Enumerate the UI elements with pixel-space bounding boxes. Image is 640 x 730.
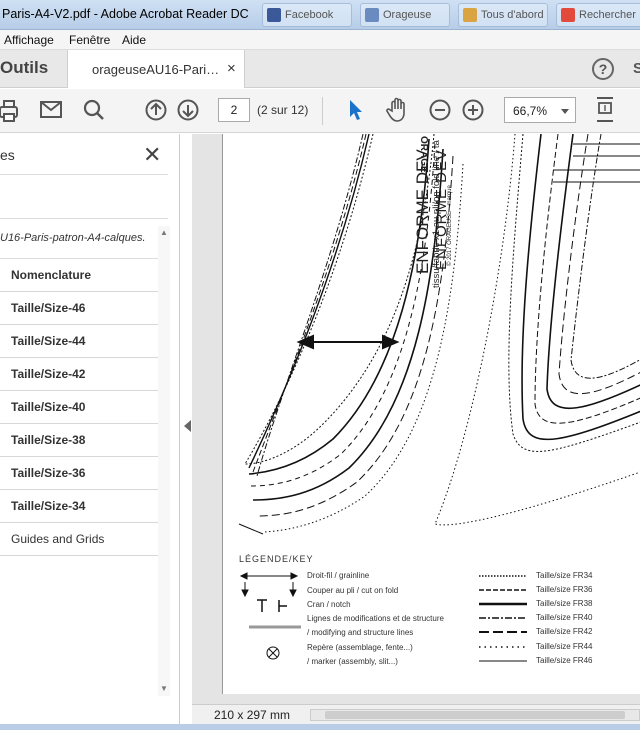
legend-size-34: Taille/size FR34 <box>536 571 593 580</box>
legend-size-44: Taille/size FR44 <box>536 642 593 651</box>
chevron-down-icon <box>561 109 569 114</box>
vertical-fabric-text: tissu/fabric x1 au pli/on fold line / ta <box>431 140 442 288</box>
hand-tool-icon[interactable] <box>386 97 410 123</box>
layer-nomenclature[interactable]: Nomenclature <box>0 259 158 292</box>
scrollbar-thumb[interactable] <box>325 711 625 719</box>
close-panel-icon[interactable]: ✕ <box>143 142 161 168</box>
print-icon[interactable] <box>0 99 20 123</box>
menu-fenetre[interactable]: Fenêtre <box>69 33 110 47</box>
status-bar: 210 x 297 mm <box>192 704 640 724</box>
legend-size-40: Taille/size FR40 <box>536 613 593 622</box>
previous-page-icon[interactable] <box>145 99 167 121</box>
legend-notch: Cran / notch <box>307 600 351 609</box>
taskbar-item-orageuse[interactable]: Orageuse <box>360 3 450 27</box>
page-count: (2 sur 12) <box>257 103 309 117</box>
panel-title: es <box>0 147 15 163</box>
window-title: Paris-A4-V2.pdf - Adobe Acrobat Reader D… <box>2 7 249 21</box>
layer-size-46[interactable]: Taille/Size-46 <box>0 292 158 325</box>
folder-icon <box>463 8 477 22</box>
search-icon[interactable] <box>83 99 105 121</box>
tab-document-label: orageuseAU16-Pari… <box>92 62 220 77</box>
zoom-select[interactable]: 66,7% <box>504 97 576 123</box>
vertical-copyright: © 2017 ORAGEUSE - marque <box>447 185 453 266</box>
zoom-out-icon[interactable] <box>429 99 451 121</box>
page-size: 210 x 297 mm <box>214 708 291 722</box>
horizontal-scrollbar[interactable] <box>310 709 640 721</box>
layer-size-44[interactable]: Taille/Size-44 <box>0 325 158 358</box>
close-tab-icon[interactable]: × <box>227 60 236 77</box>
menu-aide[interactable]: Aide <box>122 33 146 47</box>
scroll-up-icon[interactable]: ▲ <box>160 228 168 237</box>
menu-bar: Affichage Fenêtre Aide <box>0 30 640 50</box>
menu-affichage[interactable]: Affichage <box>4 33 54 47</box>
panel-divider <box>0 218 168 219</box>
legend-size-46: Taille/size FR46 <box>536 656 593 665</box>
layer-guides-grids[interactable]: Guides and Grids <box>0 523 158 556</box>
legend-size-42: Taille/size FR42 <box>536 627 593 636</box>
layers-panel: es ✕ U16-Paris-patron-A4-calques. Nomenc… <box>0 134 180 730</box>
taskbar-item-recherche[interactable]: Rechercher <box>556 3 640 27</box>
legend-structure-lines-en: / modifying and structure lines <box>307 628 414 637</box>
layer-file-name[interactable]: U16-Paris-patron-A4-calques. <box>0 232 162 244</box>
tab-tools[interactable]: Outils <box>0 58 48 78</box>
facebook-icon <box>267 8 281 22</box>
legend-grainline: Droit-fil / grainline <box>307 571 370 580</box>
layer-size-40[interactable]: Taille/Size-40 <box>0 391 158 424</box>
email-icon[interactable] <box>40 101 62 119</box>
fit-page-icon[interactable] <box>595 97 617 123</box>
legend-structure-lines: Lignes de modifications et de structure <box>307 614 444 623</box>
tab-document[interactable]: orageuseAU16-Pari… × <box>67 50 245 88</box>
scroll-down-icon[interactable]: ▼ <box>160 684 168 693</box>
legend-fold: Couper au pli / cut on fold <box>307 586 399 595</box>
toolbar-divider <box>322 97 323 125</box>
help-icon[interactable]: ? <box>592 58 614 80</box>
legend-size-38: Taille/size FR38 <box>536 599 593 608</box>
sign-in-button[interactable]: S <box>633 60 640 77</box>
vertical-title-large: ENFORME DEV <box>413 149 432 274</box>
legend-marker-en: / marker (assembly, slit...) <box>307 657 398 666</box>
site-icon <box>365 8 379 22</box>
layer-size-36[interactable]: Taille/Size-36 <box>0 457 158 490</box>
taskbar-item-tous[interactable]: Tous d'abord <box>458 3 548 27</box>
zoom-value: 66,7% <box>513 104 548 118</box>
layer-size-38[interactable]: Taille/Size-38 <box>0 424 158 457</box>
select-cursor-icon[interactable] <box>348 99 364 121</box>
layer-size-34[interactable]: Taille/Size-34 <box>0 490 158 523</box>
panel-scrollbar[interactable]: ▲ ▼ <box>158 226 170 696</box>
collapse-panel-icon[interactable] <box>184 420 191 432</box>
toolbar: 2 (2 sur 12) 66,7% <box>0 89 640 133</box>
legend-size-36: Taille/size FR36 <box>536 585 593 594</box>
taskbar-item-facebook[interactable]: Facebook <box>262 3 352 27</box>
next-page-icon[interactable] <box>177 99 199 121</box>
legend-title: LÉGENDE/KEY <box>239 554 314 564</box>
document-viewport[interactable]: ORAGE ENFORME DEV ENFORME DEV tissu/fabr… <box>192 134 640 704</box>
browser-icon <box>561 8 575 22</box>
title-bar: Paris-A4-V2.pdf - Adobe Acrobat Reader D… <box>0 0 640 30</box>
zoom-in-icon[interactable] <box>462 99 484 121</box>
legend-marker: Repère (assemblage, fente...) <box>307 643 413 652</box>
tab-bar: Outils orageuseAU16-Pari… × ? S <box>0 50 640 88</box>
panel-divider <box>0 174 168 175</box>
pdf-page: ORAGE ENFORME DEV ENFORME DEV tissu/fabr… <box>222 134 640 694</box>
page-number-input[interactable]: 2 <box>218 98 250 122</box>
layer-size-42[interactable]: Taille/Size-42 <box>0 358 158 391</box>
window-bottom-border <box>0 724 640 730</box>
